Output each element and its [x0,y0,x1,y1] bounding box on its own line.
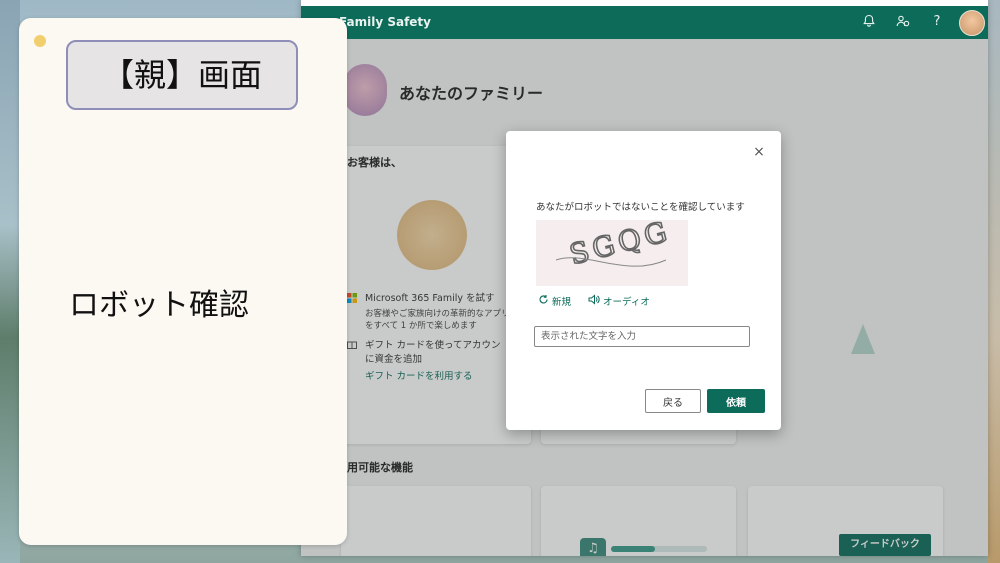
audio-captcha-link[interactable]: オーディオ [603,294,650,308]
panel-subtitle: ロボット確認 [69,288,249,323]
panel-dot [34,35,46,47]
bell-icon[interactable] [861,14,877,30]
user-avatar[interactable] [959,10,985,36]
request-button[interactable]: 依頼 [707,389,765,413]
captcha-text: SGQG [566,220,674,271]
refresh-icon[interactable] [538,294,549,308]
desktop-wallpaper-left [0,0,20,563]
captcha-dialog: × あなたがロボットではないことを確認しています SGQG 新規 オーディオ 戻… [506,131,781,430]
captcha-glyphs: SGQG [555,214,675,272]
desktop-wallpaper-right [988,0,1000,563]
help-icon[interactable]: ? [929,14,945,30]
app-brand: Family Safety [339,15,431,29]
close-icon[interactable]: × [751,144,767,160]
captcha-input[interactable] [534,326,750,347]
family-settings-icon[interactable] [895,14,911,30]
annotation-panel: 【親】画面 ロボット確認 [19,18,347,545]
family-safety-window: Family Safety ? あなたのファミリー お客様は、 Microsof… [301,0,988,556]
new-captcha-link[interactable]: 新規 [552,294,571,308]
back-button[interactable]: 戻る [645,389,701,413]
speaker-icon[interactable] [588,294,600,308]
app-header: Family Safety ? [301,6,988,39]
captcha-prompt: あなたがロボットではないことを確認しています [536,202,745,213]
panel-title: 【親】画面 [66,40,298,110]
captcha-image: SGQG [536,214,688,286]
